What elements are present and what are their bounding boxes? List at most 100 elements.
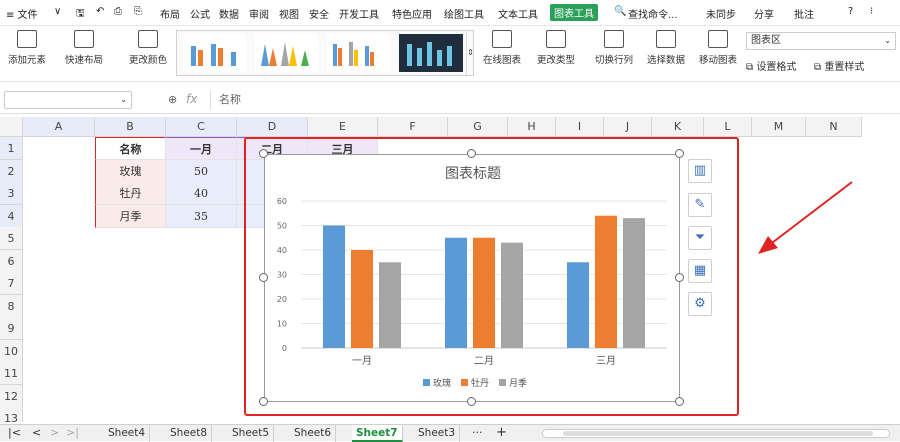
add-element-button[interactable]: 添加元素 [4, 28, 50, 78]
change-color-button[interactable]: 更改颜色 [122, 28, 174, 78]
chart-area-select[interactable]: 图表区 ⌄ [746, 32, 896, 50]
row-header-2[interactable]: 2 [0, 159, 23, 183]
search-command[interactable]: 查找命令... [628, 6, 678, 21]
menu-item-formula[interactable]: 公式 [190, 6, 210, 21]
share-button[interactable]: 分享 [754, 6, 774, 21]
menu-item-security[interactable]: 安全 [309, 6, 329, 21]
column-header-I[interactable]: I [556, 117, 604, 137]
zoom-icon[interactable]: ⊕ [168, 93, 177, 106]
row-name-cell[interactable]: 月季 [95, 204, 166, 228]
dropdown-icon[interactable]: ∨ [54, 6, 61, 17]
resize-handle-mr[interactable] [675, 273, 684, 282]
row-header-4[interactable]: 4 [0, 204, 23, 228]
last-sheet-icon[interactable]: >| [66, 426, 79, 439]
menu-item-text[interactable]: 文本工具 [498, 6, 538, 21]
resize-handle-bl[interactable] [259, 397, 268, 406]
set-format-button[interactable]: ⧉ 设置格式 [746, 58, 796, 73]
row-header-8[interactable]: 8 [0, 294, 23, 318]
online-chart-button[interactable]: 在线图表 [478, 28, 526, 78]
value-cell[interactable]: 50 [166, 159, 237, 183]
print-icon[interactable]: ⎙ [114, 6, 122, 17]
chart-object[interactable]: 图表标题 0 10 20 30 40 50 60 一月 二月 三月 玫瑰 牡丹 月季 [264, 154, 680, 402]
header-cell[interactable]: 名称 [95, 137, 166, 160]
row-name-cell[interactable]: 牡丹 [95, 182, 166, 205]
sheet-tab[interactable]: Sheet5 [228, 425, 275, 442]
column-header-F[interactable]: F [378, 117, 448, 137]
menu-item-layout[interactable]: 布局 [160, 6, 180, 21]
next-sheet-icon[interactable]: > [50, 426, 59, 439]
chart-style-4[interactable] [399, 34, 463, 72]
gallery-scroll[interactable]: ⇕ [466, 31, 474, 75]
formula-input[interactable]: 名称 [210, 91, 896, 109]
resize-handle-tc[interactable] [467, 149, 476, 158]
settings-icon[interactable]: ⚙ [688, 292, 712, 316]
chart-elements-icon[interactable]: ▥ [688, 159, 712, 183]
column-header-L[interactable]: L [704, 117, 752, 137]
row-header-11[interactable]: 11 [0, 362, 23, 385]
column-header-H[interactable]: H [508, 117, 556, 137]
row-header-13[interactable]: 13 [0, 407, 23, 422]
help-button[interactable]: ? [848, 6, 853, 17]
chart-style-brush-icon[interactable]: ✎ [688, 193, 712, 217]
row-header-6[interactable]: 6 [0, 249, 23, 273]
menu-item-data[interactable]: 数据 [219, 6, 239, 21]
chart-style-2[interactable] [255, 34, 319, 72]
sheet-tab-active[interactable]: Sheet7 [352, 425, 403, 442]
add-sheet-button[interactable]: + [496, 425, 507, 440]
search-icon[interactable]: 🔍 [614, 6, 626, 17]
chart-style-1[interactable] [183, 34, 247, 72]
row-header-12[interactable]: 12 [0, 384, 23, 408]
row-header-3[interactable]: 3 [0, 182, 23, 205]
change-type-button[interactable]: 更改类型 [532, 28, 580, 78]
column-header-N[interactable]: N [806, 117, 862, 137]
preview-icon[interactable]: ⎘ [134, 6, 142, 17]
more-sheets-button[interactable]: ··· [472, 426, 483, 439]
sync-status[interactable]: 未同步 [706, 6, 736, 21]
resize-handle-br[interactable] [675, 397, 684, 406]
save-icon[interactable]: 🖫 [76, 6, 85, 23]
scrollbar-thumb[interactable] [563, 431, 873, 436]
more-icon[interactable]: ⁝ [870, 6, 873, 17]
select-all-corner[interactable] [0, 117, 23, 137]
column-header-M[interactable]: M [752, 117, 806, 137]
row-header-9[interactable]: 9 [0, 317, 23, 340]
row-header-5[interactable]: 5 [0, 227, 23, 250]
comment-button[interactable]: 批注 [794, 6, 814, 21]
switch-rowcol-button[interactable]: 切换行列 [590, 28, 638, 78]
resize-handle-tr[interactable] [675, 149, 684, 158]
menu-item-special[interactable]: 特色应用 [392, 6, 432, 21]
prev-sheet-icon[interactable]: < [32, 426, 41, 439]
first-sheet-icon[interactable]: |< [8, 426, 21, 439]
value-cell[interactable]: 35 [166, 204, 237, 228]
row-header-1[interactable]: 1 [0, 137, 23, 160]
sheet-tab[interactable]: Sheet6 [290, 425, 337, 442]
column-header-K[interactable]: K [652, 117, 704, 137]
value-cell[interactable]: 40 [166, 182, 237, 205]
chart-style-3[interactable] [327, 34, 391, 72]
resize-handle-bc[interactable] [467, 397, 476, 406]
name-box[interactable]: ⌄ [4, 91, 132, 109]
menu-item-review[interactable]: 审阅 [249, 6, 269, 21]
horizontal-scrollbar[interactable] [542, 429, 890, 438]
header-cell[interactable]: 一月 [166, 137, 237, 160]
row-name-cell[interactable]: 玫瑰 [95, 159, 166, 183]
column-header-B[interactable]: B [95, 117, 166, 137]
chart-filter-icon[interactable]: ⏷ [688, 226, 712, 250]
fx-icon[interactable]: fx [186, 92, 197, 106]
column-header-D[interactable]: D [237, 117, 308, 137]
column-header-A[interactable]: A [23, 117, 95, 137]
menu-item-devtools[interactable]: 开发工具 [339, 6, 379, 21]
select-data-button[interactable]: 选择数据 [642, 28, 690, 78]
sheet-tab[interactable]: Sheet3 [414, 425, 461, 442]
resize-handle-ml[interactable] [259, 273, 268, 282]
row-header-7[interactable]: 7 [0, 272, 23, 295]
menu-item-view[interactable]: 视图 [279, 6, 299, 21]
menu-item-drawing[interactable]: 绘图工具 [444, 6, 484, 21]
row-header-10[interactable]: 10 [0, 339, 23, 363]
reset-style-button[interactable]: ⧉ 重置样式 [814, 58, 864, 73]
quick-layout-button[interactable]: 快速布局 [58, 28, 110, 78]
move-chart-button[interactable]: 移动图表 [696, 28, 740, 78]
column-header-G[interactable]: G [448, 117, 508, 137]
column-header-J[interactable]: J [604, 117, 652, 137]
resize-handle-tl[interactable] [259, 149, 268, 158]
